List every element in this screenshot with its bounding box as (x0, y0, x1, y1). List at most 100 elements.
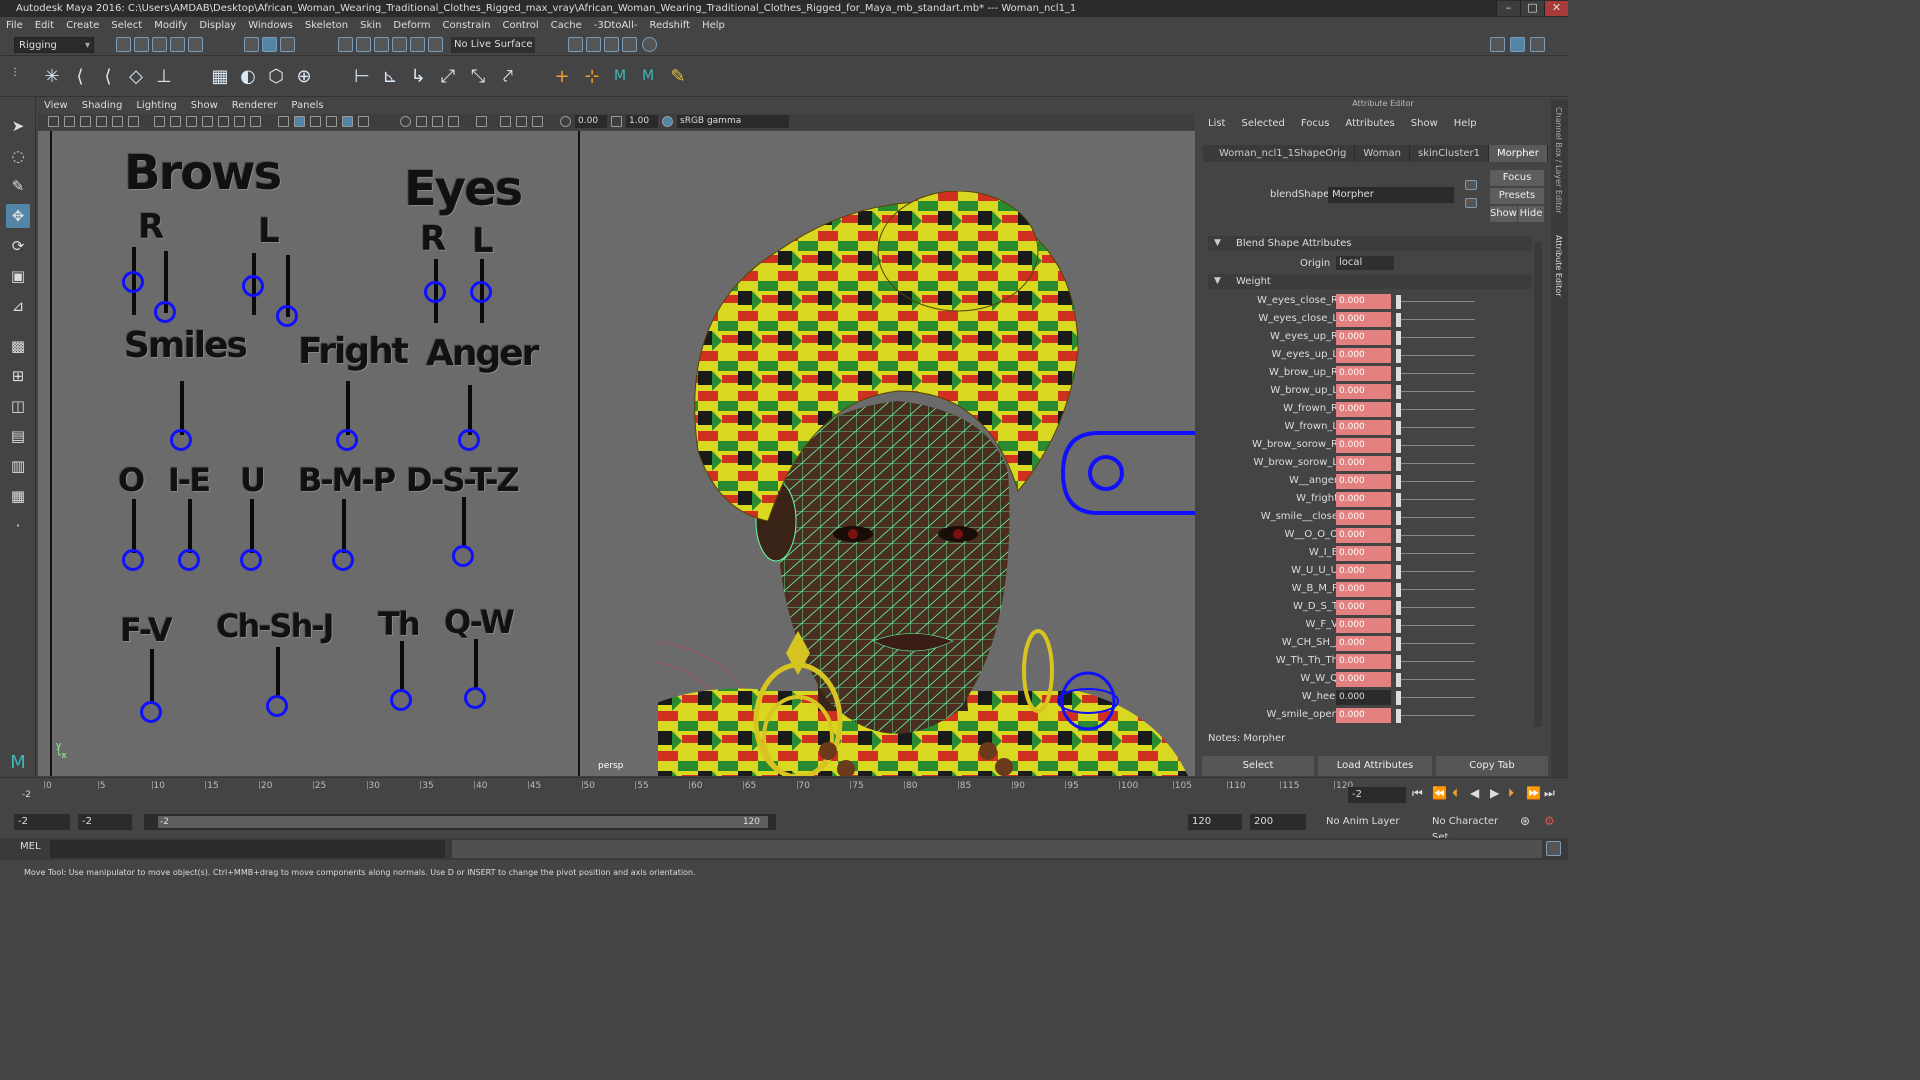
menu-cache[interactable]: Cache (551, 20, 582, 31)
depth-of-field-icon[interactable] (448, 116, 459, 127)
tab-skincluster[interactable]: skinCluster1 (1410, 145, 1490, 162)
hide-button[interactable]: Hide (1518, 206, 1544, 222)
weight-value-field[interactable]: 0.000 (1336, 312, 1391, 327)
exposure-icon[interactable] (560, 116, 571, 127)
play-backward-icon[interactable]: ◀ (1470, 786, 1479, 800)
weight-slider-handle[interactable] (1396, 295, 1401, 309)
weight-slider-track[interactable] (1398, 715, 1475, 716)
color-management-icon[interactable] (662, 116, 673, 127)
panel-menu-renderer[interactable]: Renderer (232, 99, 278, 113)
weight-slider-track[interactable] (1398, 481, 1475, 482)
shadows-icon[interactable] (358, 116, 369, 127)
single-view-icon[interactable]: ▩ (6, 334, 30, 358)
2d-pan-icon[interactable] (112, 116, 123, 127)
anti-alias-icon[interactable] (432, 116, 443, 127)
anim-layer-dropdown[interactable]: No Anim Layer (1322, 814, 1418, 830)
ae-menu-focus[interactable]: Focus (1301, 118, 1330, 129)
render-icon[interactable] (586, 37, 601, 52)
anim-start-field[interactable]: -2 (78, 814, 132, 830)
menu-skeleton[interactable]: Skeleton (305, 20, 348, 31)
camera-select-icon[interactable] (48, 116, 59, 127)
go-to-end-icon[interactable]: ⏭ (1544, 786, 1555, 801)
weight-value-field[interactable]: 0.000 (1336, 690, 1391, 705)
maya-m-icon[interactable]: M (608, 64, 632, 88)
menu-skin[interactable]: Skin (360, 20, 381, 31)
weight-slider-track[interactable] (1398, 319, 1475, 320)
copy-tab-button[interactable]: Copy Tab (1436, 756, 1548, 776)
textured-icon[interactable] (326, 116, 337, 127)
weight-slider-track[interactable] (1398, 517, 1475, 518)
undo-icon[interactable] (170, 37, 185, 52)
channel-box-toggle-icon[interactable] (1530, 37, 1545, 52)
weight-slider-track[interactable] (1398, 445, 1475, 446)
step-back-icon[interactable]: ⏪ (1432, 786, 1447, 800)
menu-select[interactable]: Select (111, 20, 142, 31)
section-weight[interactable]: Weight (1208, 274, 1532, 289)
weight-slider-handle[interactable] (1396, 385, 1401, 399)
menu-control[interactable]: Control (502, 20, 538, 31)
weight-slider-handle[interactable] (1396, 529, 1401, 543)
wireframe-icon[interactable] (278, 116, 289, 127)
start-time-field[interactable]: -2 (14, 814, 70, 830)
weight-value-field[interactable]: 0.000 (1336, 618, 1391, 633)
maximize-button[interactable]: □ (1520, 1, 1544, 16)
weight-slider-handle[interactable] (1396, 313, 1401, 327)
weight-slider-handle[interactable] (1396, 349, 1401, 363)
menu-display[interactable]: Display (199, 20, 236, 31)
weight-slider-handle[interactable] (1396, 475, 1401, 489)
fright-control[interactable] (336, 429, 358, 451)
weight-slider-handle[interactable] (1396, 493, 1401, 507)
menu-file[interactable]: File (6, 20, 23, 31)
presets-button[interactable]: Presets (1490, 188, 1544, 204)
timeline-ruler[interactable]: 0 5 10 15 20 25 30 35 40 45 50 55 60 65 70 75 80 85 90 95 10… (40, 781, 1353, 805)
brow-r-down-control[interactable] (154, 301, 176, 323)
ik-handle-icon[interactable]: ⟨ (68, 64, 92, 88)
th-control[interactable] (390, 689, 412, 711)
wireframe-on-shaded-icon[interactable] (310, 116, 321, 127)
smooth-shade-icon[interactable] (294, 116, 305, 127)
section-blend-shape-attributes[interactable]: Blend Shape Attributes (1208, 236, 1532, 251)
channel-box-tab[interactable]: Channel Box / Layer Editor (1554, 107, 1563, 214)
weight-value-field[interactable]: 0.000 (1336, 492, 1391, 507)
lasso-tool-icon[interactable]: ◌ (6, 144, 30, 168)
save-scene-icon[interactable] (152, 37, 167, 52)
safe-title-icon[interactable] (250, 116, 261, 127)
pole-vector-icon[interactable]: ⤤ (496, 64, 520, 88)
redo-icon[interactable] (188, 37, 203, 52)
step-forward-key-icon[interactable]: ⏵ (1508, 786, 1514, 801)
joint-tool-icon[interactable]: ✳ (40, 64, 64, 88)
weight-value-field[interactable]: 0.000 (1336, 600, 1391, 615)
weight-slider-track[interactable] (1398, 355, 1475, 356)
panel-menu-lighting[interactable]: Lighting (136, 99, 176, 113)
field-chart-icon[interactable] (218, 116, 229, 127)
panel-menu-show[interactable]: Show (191, 99, 218, 113)
anger-control[interactable] (458, 429, 480, 451)
character-set-dropdown[interactable]: No Character Set (1428, 814, 1512, 843)
magnet-icon[interactable] (428, 37, 443, 52)
anim-end-field[interactable]: 200 (1250, 814, 1306, 830)
attribute-editor-toggle-icon[interactable] (1510, 37, 1525, 52)
weight-slider-handle[interactable] (1396, 655, 1401, 669)
select-tool-icon[interactable]: ➤ (6, 114, 30, 138)
weight-slider-track[interactable] (1398, 571, 1475, 572)
film-gate-icon[interactable] (170, 116, 181, 127)
bmp-control[interactable] (332, 549, 354, 571)
auto-key-icon[interactable]: ⊛ (1520, 814, 1530, 828)
script-icon[interactable]: ✎ (666, 64, 690, 88)
weight-slider-handle[interactable] (1396, 601, 1401, 615)
weight-value-field[interactable]: 0.000 (1336, 366, 1391, 381)
dstz-control[interactable] (452, 545, 474, 567)
menu-help[interactable]: Help (702, 20, 725, 31)
point-constraint-icon[interactable]: ⊢ (350, 64, 374, 88)
insert-joint-icon[interactable]: ◇ (124, 64, 148, 88)
ae-menu-help[interactable]: Help (1454, 118, 1477, 129)
command-input[interactable] (50, 840, 445, 858)
range-slider-handle[interactable]: -2 120 (158, 816, 768, 828)
weight-slider-handle[interactable] (1396, 583, 1401, 597)
hypershade-icon[interactable] (642, 37, 657, 52)
ae-menu-list[interactable]: List (1208, 118, 1225, 129)
cluster-icon[interactable]: ⊕ (292, 64, 316, 88)
weight-slider-track[interactable] (1398, 373, 1475, 374)
live-surface-field[interactable]: No Live Surface (451, 37, 535, 53)
maya-m2-icon[interactable]: M (636, 64, 660, 88)
